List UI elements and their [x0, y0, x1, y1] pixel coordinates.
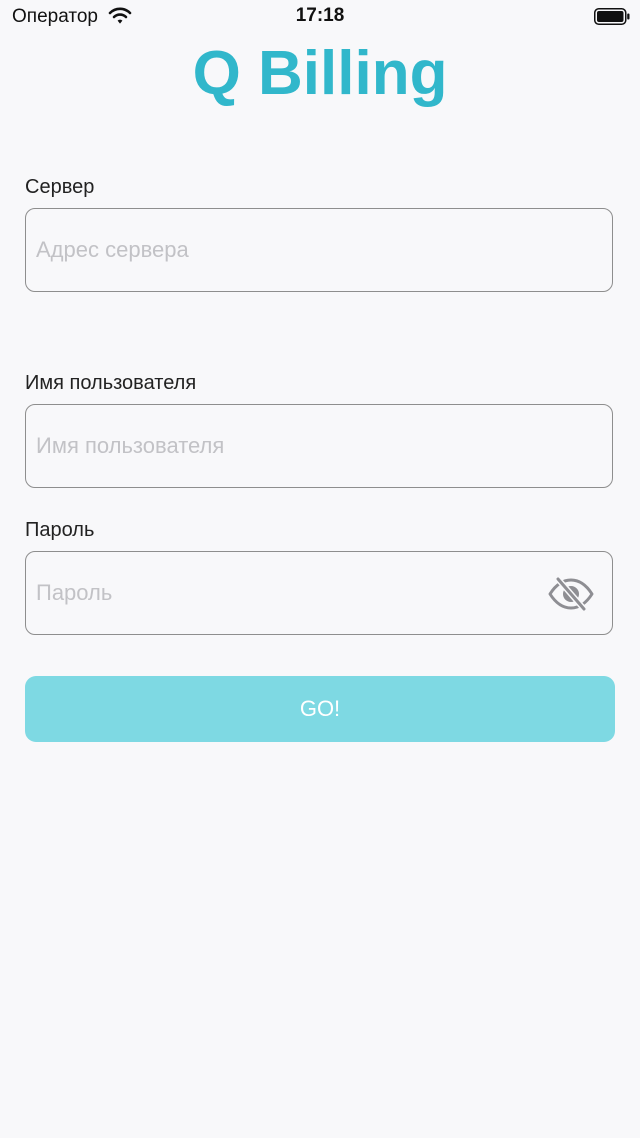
username-field-box: [25, 404, 613, 488]
server-field-box: [25, 208, 613, 292]
battery-icon: [594, 8, 630, 25]
password-field-box: [25, 551, 613, 635]
app-title: Q Billing: [192, 39, 448, 108]
status-bar: Оператор 17:18: [0, 0, 640, 36]
status-time: 17:18: [295, 5, 345, 26]
password-input[interactable]: [36, 552, 536, 634]
username-label: Имя пользователя: [25, 372, 197, 394]
username-input[interactable]: [36, 405, 536, 487]
eye-slash-icon[interactable]: [548, 576, 594, 612]
server-address-input[interactable]: [36, 209, 536, 291]
go-button[interactable]: GO!: [25, 676, 615, 742]
server-label: Сервер: [25, 176, 95, 198]
password-label: Пароль: [25, 519, 95, 541]
